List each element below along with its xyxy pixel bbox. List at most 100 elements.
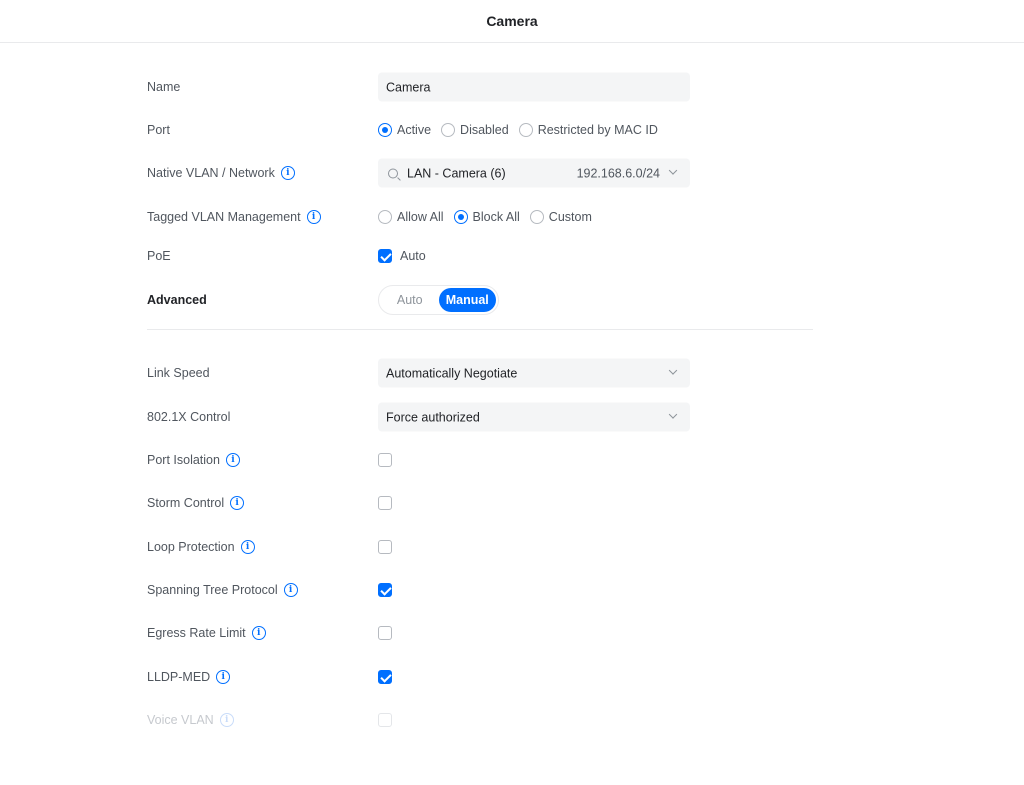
tagged-vlan-radio-group: Allow All Block All Custom	[378, 210, 592, 224]
radio-icon	[441, 123, 456, 137]
native-vlan-row: Native VLAN / Network i LAN - Camera (6) …	[147, 158, 813, 188]
tagged-radio-block-all[interactable]: Block All	[453, 210, 520, 224]
radio-label: Disabled	[460, 123, 509, 137]
loop-protection-checkbox[interactable]	[378, 540, 392, 554]
tagged-vlan-label: Tagged VLAN Management i	[147, 210, 321, 224]
name-input[interactable]: Camera	[378, 72, 690, 102]
name-label-text: Name	[147, 80, 181, 94]
info-icon[interactable]: i	[225, 453, 240, 467]
info-icon[interactable]: i	[251, 626, 266, 640]
port-radio-disabled[interactable]: Disabled	[441, 123, 509, 137]
link-speed-row: Link Speed Automatically Negotiate	[147, 358, 813, 388]
radio-label: Custom	[548, 210, 592, 224]
radio-label: Block All	[472, 210, 520, 224]
info-icon[interactable]: i	[216, 670, 231, 684]
poe-auto-checkbox[interactable]	[378, 249, 392, 263]
port-row: Port Active Disabled Restricted by MAC I…	[147, 115, 813, 145]
native-vlan-select[interactable]: LAN - Camera (6) 192.168.6.0/24	[378, 158, 690, 188]
chevron-down-icon	[668, 166, 678, 175]
egress-rate-limit-label-text: Egress Rate Limit	[147, 626, 246, 640]
poe-label-text: PoE	[147, 249, 171, 263]
spanning-tree-checkbox[interactable]	[378, 583, 392, 597]
egress-rate-limit-checkbox[interactable]	[378, 626, 392, 640]
advanced-toggle: Auto Manual	[378, 285, 499, 315]
tagged-radio-allow-all[interactable]: Allow All	[378, 210, 444, 224]
tagged-radio-custom[interactable]: Custom	[529, 210, 592, 224]
spanning-tree-row: Spanning Tree Protocol i	[147, 575, 813, 605]
port-radio-active[interactable]: Active	[378, 123, 431, 137]
voice-vlan-row: Voice VLAN i	[147, 705, 813, 735]
advanced-label: Advanced	[147, 293, 207, 307]
port-radio-restricted[interactable]: Restricted by MAC ID	[518, 123, 658, 137]
loop-protection-label: Loop Protection i	[147, 540, 255, 554]
search-icon	[388, 168, 398, 178]
voice-vlan-label-text: Voice VLAN	[147, 713, 214, 727]
tagged-vlan-label-text: Tagged VLAN Management	[147, 210, 301, 224]
storm-control-checkbox[interactable]	[378, 496, 392, 510]
poe-row: PoE Auto	[147, 241, 813, 271]
lldp-med-row: LLDP-MED i	[147, 662, 813, 692]
poe-auto-label: Auto	[400, 249, 426, 263]
chevron-down-icon	[668, 366, 678, 375]
info-icon[interactable]: i	[280, 166, 295, 180]
egress-rate-limit-row: Egress Rate Limit i	[147, 618, 813, 648]
storm-control-label-text: Storm Control	[147, 496, 225, 510]
port-isolation-checkbox[interactable]	[378, 453, 392, 467]
dot1x-value: Force authorized	[386, 410, 480, 424]
radio-label: Restricted by MAC ID	[537, 123, 658, 137]
lldp-med-label-text: LLDP-MED	[147, 670, 211, 684]
name-label: Name	[147, 80, 180, 94]
native-vlan-subnet: 192.168.6.0/24	[576, 166, 660, 180]
section-divider	[147, 329, 813, 330]
native-vlan-value: LAN - Camera (6)	[407, 166, 506, 180]
dot1x-label: 802.1X Control	[147, 410, 230, 424]
name-input-value: Camera	[386, 80, 431, 94]
link-speed-value: Automatically Negotiate	[386, 366, 518, 380]
chevron-down-icon	[668, 410, 678, 419]
voice-vlan-checkbox	[378, 713, 392, 727]
link-speed-label-text: Link Speed	[147, 366, 210, 380]
info-icon[interactable]: i	[306, 210, 321, 224]
radio-selected-icon	[453, 210, 468, 224]
radio-icon	[378, 210, 392, 224]
port-isolation-row: Port Isolation i	[147, 445, 813, 475]
dot1x-label-text: 802.1X Control	[147, 410, 231, 424]
page-title: Camera	[486, 13, 538, 29]
port-label-text: Port	[147, 123, 170, 137]
info-icon: i	[219, 713, 234, 727]
egress-rate-limit-label: Egress Rate Limit i	[147, 626, 266, 640]
advanced-auto-option[interactable]: Auto	[381, 288, 439, 312]
native-vlan-label: Native VLAN / Network i	[147, 166, 295, 180]
lldp-med-checkbox[interactable]	[378, 670, 392, 684]
loop-protection-label-text: Loop Protection	[147, 540, 235, 554]
name-row: Name Camera	[147, 72, 813, 102]
page-header: Camera	[0, 0, 1024, 43]
info-icon[interactable]: i	[230, 496, 245, 510]
port-isolation-label-text: Port Isolation	[147, 453, 220, 467]
native-vlan-label-text: Native VLAN / Network	[147, 166, 275, 180]
advanced-row: Advanced Auto Manual	[147, 285, 813, 315]
spanning-tree-label-text: Spanning Tree Protocol	[147, 583, 278, 597]
advanced-manual-option[interactable]: Manual	[438, 288, 496, 312]
tagged-vlan-row: Tagged VLAN Management i Allow All Block …	[147, 202, 813, 232]
dot1x-select[interactable]: Force authorized	[378, 402, 690, 432]
radio-icon	[518, 123, 533, 137]
storm-control-label: Storm Control i	[147, 496, 245, 510]
info-icon[interactable]: i	[283, 583, 298, 597]
poe-label: PoE	[147, 249, 171, 263]
spanning-tree-label: Spanning Tree Protocol i	[147, 583, 298, 597]
lldp-med-label: LLDP-MED i	[147, 670, 231, 684]
port-isolation-label: Port Isolation i	[147, 453, 240, 467]
voice-vlan-label: Voice VLAN i	[147, 713, 234, 727]
radio-label: Active	[397, 123, 432, 137]
storm-control-row: Storm Control i	[147, 488, 813, 518]
dot1x-row: 802.1X Control Force authorized	[147, 402, 813, 432]
link-speed-select[interactable]: Automatically Negotiate	[378, 358, 690, 388]
radio-label: Allow All	[397, 210, 444, 224]
loop-protection-row: Loop Protection i	[147, 532, 813, 562]
port-label: Port	[147, 123, 170, 137]
link-speed-label: Link Speed	[147, 366, 210, 380]
info-icon[interactable]: i	[240, 540, 255, 554]
advanced-label-text: Advanced	[147, 293, 207, 307]
port-radio-group: Active Disabled Restricted by MAC ID	[378, 123, 658, 137]
